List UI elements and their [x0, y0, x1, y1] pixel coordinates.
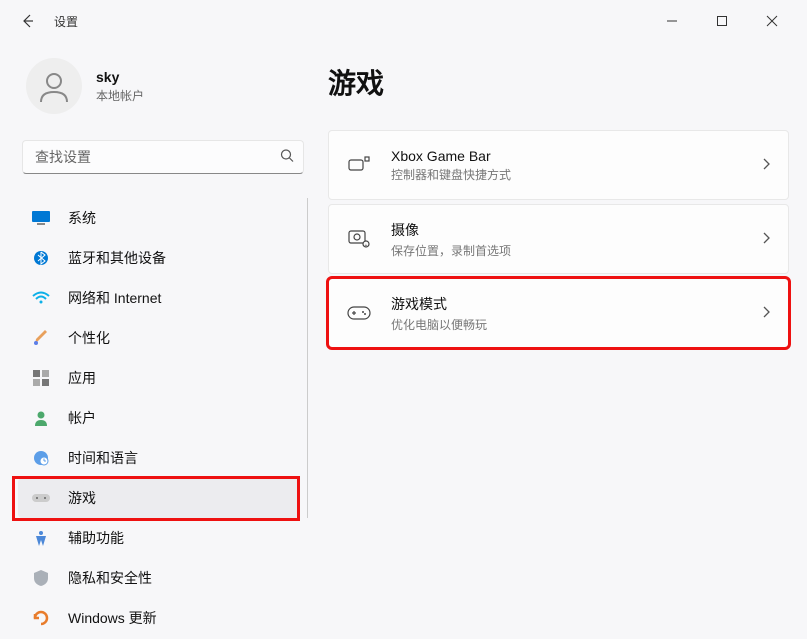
- sidebar-item-accounts[interactable]: 帐户: [18, 398, 300, 438]
- card-subtitle: 保存位置，录制首选项: [391, 242, 762, 259]
- capture-icon: +: [347, 227, 371, 251]
- back-button[interactable]: [12, 5, 44, 37]
- profile-section[interactable]: sky 本地帐户: [18, 42, 308, 130]
- shield-icon: [30, 567, 52, 589]
- person-icon: [30, 407, 52, 429]
- brush-icon: [30, 327, 52, 349]
- user-icon: [36, 68, 72, 104]
- system-icon: [30, 207, 52, 229]
- gamebar-icon: [347, 153, 371, 177]
- sidebar-item-accessibility[interactable]: 辅助功能: [18, 518, 300, 558]
- sidebar-item-label: 系统: [68, 208, 96, 228]
- chevron-right-icon: [762, 158, 770, 173]
- highlight-annotation-nav: [12, 476, 300, 521]
- minimize-icon: [666, 15, 678, 27]
- wifi-icon: [30, 287, 52, 309]
- sidebar-item-label: 隐私和安全性: [68, 568, 152, 588]
- close-button[interactable]: [749, 5, 795, 37]
- sidebar-item-time[interactable]: 时间和语言: [18, 438, 300, 478]
- profile-name: sky: [96, 69, 144, 85]
- sidebar-item-label: Windows 更新: [68, 608, 157, 628]
- sidebar-item-network[interactable]: 网络和 Internet: [18, 278, 300, 318]
- sidebar-item-label: 时间和语言: [68, 448, 138, 468]
- search-box: [22, 140, 304, 174]
- card-subtitle: 优化电脑以便畅玩: [391, 316, 762, 333]
- maximize-button[interactable]: [699, 5, 745, 37]
- accessibility-icon: [30, 527, 52, 549]
- sidebar: sky 本地帐户 系统: [18, 42, 308, 639]
- sidebar-item-personalization[interactable]: 个性化: [18, 318, 300, 358]
- sidebar-item-system[interactable]: 系统: [18, 198, 300, 238]
- sidebar-item-apps[interactable]: 应用: [18, 358, 300, 398]
- chevron-right-icon: [762, 306, 770, 321]
- bluetooth-icon: [30, 247, 52, 269]
- sidebar-item-label: 应用: [68, 368, 96, 388]
- card-subtitle: 控制器和键盘快捷方式: [391, 166, 762, 183]
- main-content: 游戏 Xbox Game Bar 控制器和键盘快捷方式 + 摄像 保存位置，录制…: [308, 42, 789, 639]
- minimize-button[interactable]: [649, 5, 695, 37]
- search-icon: [280, 149, 294, 166]
- sidebar-item-bluetooth[interactable]: 蓝牙和其他设备: [18, 238, 300, 278]
- window-controls: [649, 5, 795, 37]
- svg-text:+: +: [365, 243, 368, 248]
- card-xbox-game-bar[interactable]: Xbox Game Bar 控制器和键盘快捷方式: [328, 130, 789, 200]
- nav-divider: [307, 198, 308, 518]
- titlebar: 设置: [0, 0, 807, 42]
- sidebar-item-label: 网络和 Internet: [68, 288, 161, 308]
- sidebar-item-label: 辅助功能: [68, 528, 124, 548]
- maximize-icon: [716, 15, 728, 27]
- nav-list: 系统 蓝牙和其他设备 网络和 Internet 个性化: [18, 198, 308, 638]
- globe-clock-icon: [30, 447, 52, 469]
- search-input[interactable]: [22, 140, 304, 174]
- sidebar-item-label: 蓝牙和其他设备: [68, 248, 166, 268]
- sidebar-item-update[interactable]: Windows 更新: [18, 598, 300, 638]
- card-title: 游戏模式: [391, 294, 762, 314]
- window-title: 设置: [54, 13, 78, 30]
- card-title: 摄像: [391, 220, 762, 240]
- apps-icon: [30, 367, 52, 389]
- close-icon: [766, 15, 778, 27]
- update-icon: [30, 607, 52, 629]
- sidebar-item-privacy[interactable]: 隐私和安全性: [18, 558, 300, 598]
- card-title: Xbox Game Bar: [391, 148, 762, 164]
- chevron-right-icon: [762, 232, 770, 247]
- gamemode-icon: [347, 301, 371, 325]
- back-icon: [20, 13, 36, 29]
- profile-subtitle: 本地帐户: [96, 87, 144, 104]
- card-captures[interactable]: + 摄像 保存位置，录制首选项: [328, 204, 789, 274]
- sidebar-item-label: 个性化: [68, 328, 110, 348]
- card-game-mode[interactable]: 游戏模式 优化电脑以便畅玩: [328, 278, 789, 348]
- page-title: 游戏: [328, 62, 789, 102]
- avatar: [26, 58, 82, 114]
- sidebar-item-label: 帐户: [68, 408, 96, 428]
